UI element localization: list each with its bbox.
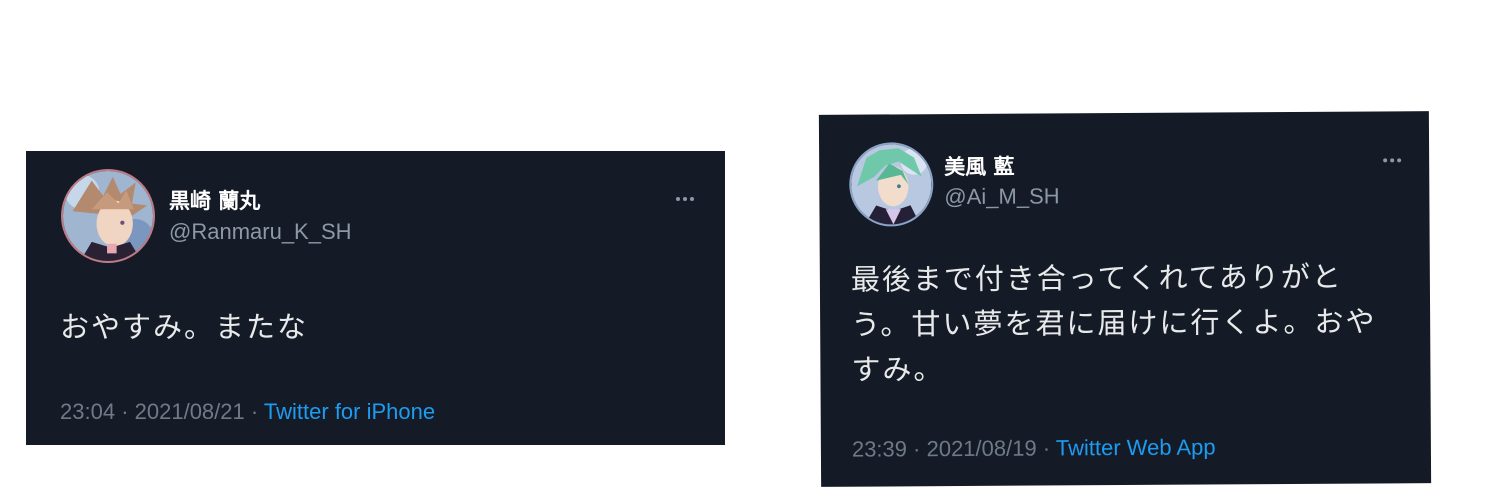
tweet-text: おやすみ。またな xyxy=(60,310,309,344)
more-options-icon[interactable] xyxy=(676,197,694,201)
meta-separator: · xyxy=(1042,435,1051,461)
user-handle[interactable]: @Ai_M_SH xyxy=(944,183,1059,210)
avatar[interactable] xyxy=(849,142,934,227)
meta-separator: · xyxy=(913,436,921,462)
more-options-icon[interactable] xyxy=(1383,158,1402,163)
avatar-ai-icon xyxy=(851,144,932,225)
tweet-text-line: う。甘い夢を君に届けに行くよ。おや xyxy=(851,304,1377,342)
tweet-meta: 23:04 · 2021/08/21 · Twitter for iPhone xyxy=(60,399,435,425)
tweet-source-link[interactable]: Twitter Web App xyxy=(1056,434,1216,460)
tweet-card-ai[interactable]: 美風 藍 @Ai_M_SH 最後まで付き合ってくれてありがと う。甘い夢を君に届… xyxy=(818,111,1432,487)
tweet-date[interactable]: 2021/08/19 xyxy=(926,436,1036,462)
display-name[interactable]: 黒崎 蘭丸 xyxy=(169,185,260,215)
meta-separator: · xyxy=(250,399,259,424)
tweet-text-line: 最後まで付き合ってくれてありがと xyxy=(850,259,1343,297)
tweet-time[interactable]: 23:04 xyxy=(60,399,115,424)
tweet-text-line: すみ。 xyxy=(851,352,945,387)
tweet-date[interactable]: 2021/08/21 xyxy=(135,399,245,424)
user-handle[interactable]: @Ranmaru_K_SH xyxy=(169,219,352,245)
tweet-text: 最後まで付き合ってくれてありがと う。甘い夢を君に届けに行くよ。おや すみ。 xyxy=(851,254,1407,392)
meta-separator: · xyxy=(121,399,129,424)
tweet-source-link[interactable]: Twitter for iPhone xyxy=(264,399,435,424)
display-name[interactable]: 美風 藍 xyxy=(944,151,1014,181)
avatar[interactable] xyxy=(61,169,155,263)
tweet-meta: 23:39 · 2021/08/19 · Twitter Web App xyxy=(852,434,1216,462)
tweet-card-ranmaru[interactable]: 黒崎 蘭丸 @Ranmaru_K_SH おやすみ。またな 23:04 · 202… xyxy=(26,151,725,445)
avatar-ranmaru-icon xyxy=(63,171,153,261)
tweet-time[interactable]: 23:39 xyxy=(852,436,907,461)
